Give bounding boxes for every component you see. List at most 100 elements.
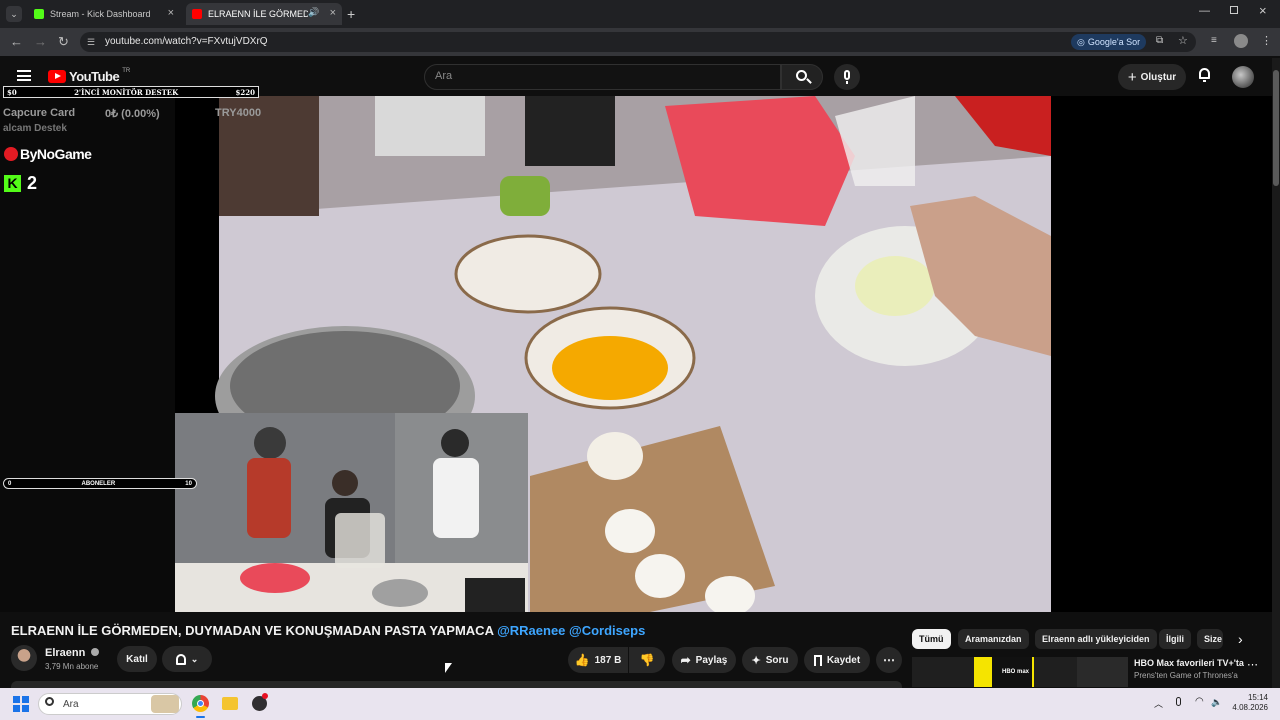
chip-all[interactable]: Tümü — [912, 629, 951, 649]
account-avatar[interactable] — [1232, 66, 1254, 88]
close-window-icon[interactable]: × — [1259, 3, 1267, 18]
chips-next-chevron-icon[interactable]: › — [1238, 631, 1243, 647]
sparkle-icon: ✦ — [751, 654, 761, 667]
close-tab-icon[interactable]: × — [168, 7, 174, 19]
reload-icon[interactable]: ↻ — [58, 34, 69, 50]
audio-playing-icon[interactable]: 🔊 — [308, 7, 319, 18]
search-input[interactable] — [424, 64, 781, 90]
hamburger-menu-icon[interactable] — [17, 70, 31, 81]
bell-icon — [175, 653, 186, 665]
playlist-icon[interactable]: ≡ — [1211, 35, 1217, 46]
taskbar-active-indicator — [196, 716, 205, 718]
taskbar-search-icon — [45, 697, 54, 706]
recommendation-subtitle: Prens'ten Game of Thrones'a — [1134, 671, 1238, 680]
dislike-button[interactable]: 👎 — [629, 647, 665, 673]
bynogame-text: ByNoGame — [20, 146, 92, 162]
search-button[interactable] — [781, 64, 823, 90]
chip-related[interactable]: İlgili — [1159, 629, 1191, 649]
tray-chevron-up-icon[interactable]: ︿ — [1154, 697, 1163, 710]
bynogame-icon — [4, 147, 18, 161]
url-text[interactable]: youtube.com/watch?v=FXvtujVDXrQ — [105, 36, 268, 47]
browser-menu-icon[interactable]: ⋮ — [1261, 34, 1272, 47]
kick-logo-icon: K — [4, 175, 21, 192]
site-info-icon[interactable]: ☰ — [87, 37, 95, 48]
install-app-icon[interactable]: ⧉ — [1156, 35, 1163, 46]
recommendation-title[interactable]: HBO Max favorileri TV+'ta — [1134, 658, 1244, 668]
scrollbar-thumb[interactable] — [1273, 70, 1279, 186]
chip-label: Tümü — [919, 634, 944, 644]
save-label: Kaydet — [826, 654, 861, 666]
taskbar-clock[interactable]: 15:14 4.08.2026 — [1232, 693, 1268, 713]
like-count: 187 B — [594, 654, 622, 666]
chip-from-search[interactable]: Aramanızdan — [958, 629, 1029, 649]
channel-avatar[interactable] — [11, 645, 37, 671]
verified-icon — [91, 648, 100, 656]
file-explorer-icon[interactable] — [222, 697, 238, 710]
minimize-window-icon[interactable]: — — [1199, 5, 1210, 17]
bookmark-icon — [813, 654, 822, 666]
capcure-value: 0₺ (0.00%) — [105, 108, 160, 120]
subscribed-notifications-button[interactable]: ⌄ — [162, 646, 212, 672]
tab-label: ELRAENN İLE GÖRMEDEN, — [208, 9, 308, 19]
share-button[interactable]: ➦ Paylaş — [672, 647, 736, 673]
voice-search-button[interactable] — [834, 64, 860, 90]
alcam-destek-text: alcam Destek — [3, 123, 67, 134]
chip-label: İlgili — [1166, 634, 1184, 644]
youtube-logo-text: YouTube — [69, 69, 120, 84]
channel-name-text: Elraenn — [45, 647, 86, 659]
windows-start-icon[interactable] — [13, 696, 29, 712]
video-title-text: ELRAENN İLE GÖRMEDEN, DUYMADAN VE KONUŞM… — [11, 623, 498, 638]
obs-app-icon[interactable] — [252, 693, 268, 711]
hbo-max-logo: HBO max — [1002, 669, 1030, 675]
ask-button[interactable]: ✦ Soru — [742, 647, 798, 673]
thumbs-down-icon: 👎 — [639, 653, 655, 667]
google-sor-button[interactable]: ◎ Google'a Sor — [1071, 34, 1147, 50]
restore-window-icon[interactable] — [1230, 6, 1238, 14]
forward-icon[interactable]: → — [34, 34, 47, 49]
youtube-logo[interactable]: YouTube TR — [48, 67, 131, 84]
bookmark-star-icon[interactable]: ☆ — [1178, 34, 1188, 47]
like-button[interactable]: 👍 187 B — [568, 647, 628, 673]
clock-time: 15:14 — [1247, 693, 1268, 702]
kick-favicon-icon — [34, 9, 44, 19]
chip-for-you[interactable]: Size — [1197, 629, 1223, 649]
region-code: TR — [122, 67, 131, 74]
close-tab-icon[interactable]: × — [330, 7, 336, 19]
description-box[interactable] — [11, 681, 902, 688]
channel-name[interactable]: Elraenn — [45, 647, 100, 659]
join-button[interactable]: Katıl — [117, 646, 157, 672]
goal-start: $0 — [7, 87, 17, 97]
tab-kick-dashboard[interactable]: Stream - Kick Dashboard × — [28, 3, 180, 25]
mention-cordiseps[interactable]: @Cordiseps — [569, 623, 645, 638]
tab-list-button[interactable]: ⌄ — [6, 6, 22, 22]
youtube-favicon-icon — [192, 9, 202, 19]
volume-tray-icon[interactable]: 🔈 — [1211, 697, 1222, 708]
mention-rraenee[interactable]: @RRaenee — [497, 623, 565, 638]
create-button[interactable]: + Oluştur — [1118, 64, 1186, 90]
search-highlight-icon — [151, 695, 179, 713]
more-horizontal-icon: ⋯ — [883, 653, 895, 667]
new-tab-button[interactable]: + — [347, 6, 355, 22]
kick-counter: K 2 — [4, 173, 37, 194]
save-button[interactable]: Kaydet — [804, 647, 870, 673]
more-actions-button[interactable]: ⋯ — [876, 647, 902, 673]
recommendation-menu-icon[interactable]: ⋯ — [1247, 658, 1258, 671]
goal-end: $220 — [235, 87, 255, 97]
chip-from-uploader[interactable]: Elraenn adlı yükleyiciden — [1035, 629, 1157, 649]
subscriber-count: 3,79 Mn abone — [45, 662, 99, 671]
notifications-bell-icon[interactable] — [1198, 68, 1211, 82]
wifi-tray-icon[interactable]: ◠ — [1195, 696, 1204, 707]
clock-date: 4.08.2026 — [1232, 703, 1268, 712]
chevron-down-icon: ⌄ — [190, 653, 199, 664]
subscriber-goal-bar: 0 ABONELER 10 — [3, 478, 197, 489]
back-icon[interactable]: ← — [10, 34, 23, 49]
capcure-target: TRY4000 — [215, 107, 262, 119]
chrome-taskbar-icon[interactable] — [192, 695, 209, 712]
chip-label: Aramanızdan — [965, 634, 1022, 644]
tab-youtube-video[interactable]: ELRAENN İLE GÖRMEDEN, 🔊 × — [186, 3, 342, 25]
mouse-cursor-icon — [445, 663, 452, 673]
recommendation-thumbnail[interactable]: HBO max — [912, 657, 1128, 687]
profile-avatar-icon[interactable] — [1234, 34, 1248, 48]
microphone-tray-icon[interactable] — [1176, 697, 1181, 706]
microphone-icon — [844, 70, 850, 80]
